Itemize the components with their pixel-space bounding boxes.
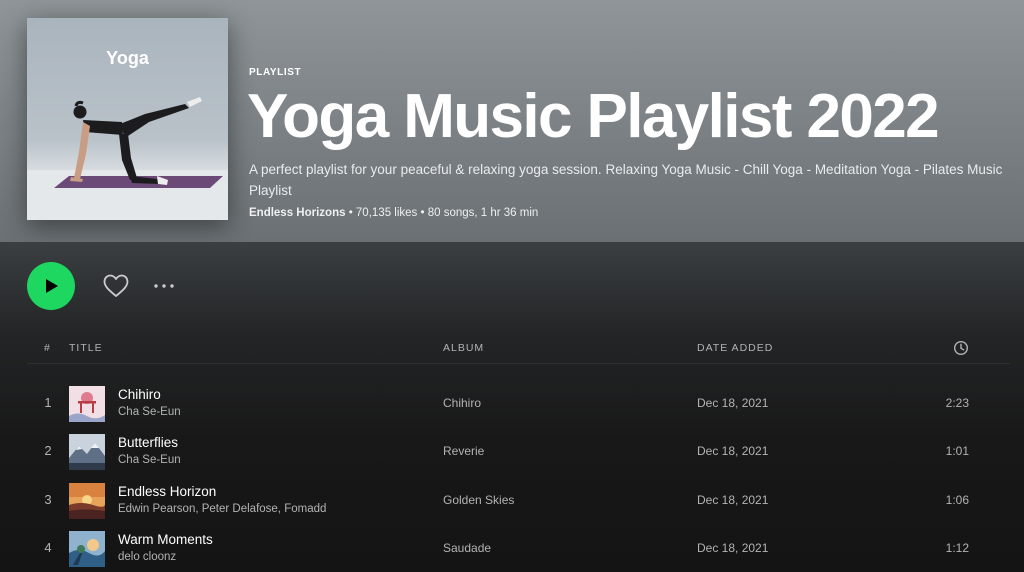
playlist-description: A perfect playlist for your peaceful & r… bbox=[249, 162, 1003, 198]
track-date-added: Dec 18, 2021 bbox=[697, 396, 769, 410]
track-album[interactable]: Chihiro bbox=[443, 396, 481, 410]
playlist-meta: Endless Horizons • 70,135 likes • 80 son… bbox=[249, 207, 538, 219]
track-artist[interactable]: Cha Se-Eun bbox=[118, 406, 181, 418]
table-row[interactable]: 3 Endless Horizon Edwin Pearson, Peter D… bbox=[27, 476, 1010, 524]
track-album[interactable]: Reverie bbox=[443, 444, 484, 458]
heart-icon[interactable] bbox=[102, 272, 130, 300]
more-horizontal-icon[interactable] bbox=[152, 276, 178, 296]
play-icon bbox=[46, 279, 58, 293]
cover-title: Yoga bbox=[106, 48, 149, 68]
table-row[interactable]: 2 Butterflies Cha Se-Eun Reverie Dec 18,… bbox=[27, 427, 1010, 475]
owner-link[interactable]: Endless Horizons bbox=[249, 207, 346, 219]
track-album[interactable]: Golden Skies bbox=[443, 493, 514, 507]
table-row[interactable]: 1 Chihiro Cha Se-Eun Chihiro Dec 18, 202… bbox=[27, 379, 1010, 427]
playlist-header: Yoga PLAYLIST Yoga Music Playlist 2022 A… bbox=[0, 0, 1024, 242]
play-button[interactable] bbox=[27, 262, 75, 310]
track-artwork bbox=[69, 531, 105, 567]
track-number: 2 bbox=[44, 443, 52, 458]
track-date-added: Dec 18, 2021 bbox=[697, 541, 769, 555]
column-number: # bbox=[44, 342, 51, 354]
track-artwork bbox=[69, 434, 105, 470]
track-date-added: Dec 18, 2021 bbox=[697, 444, 769, 458]
clock-icon bbox=[953, 340, 969, 356]
playlist-stats: • 70,135 likes • 80 songs, 1 hr 36 min bbox=[345, 207, 539, 219]
track-title[interactable]: Warm Moments bbox=[118, 532, 213, 547]
track-artist[interactable]: delo cloonz bbox=[118, 551, 176, 563]
track-number: 3 bbox=[44, 492, 52, 507]
track-duration: 1:01 bbox=[945, 444, 969, 458]
track-number: 4 bbox=[44, 540, 52, 555]
track-number: 1 bbox=[44, 395, 52, 410]
playlist-title: Yoga Music Playlist 2022 bbox=[247, 82, 940, 151]
track-duration: 1:12 bbox=[945, 541, 969, 555]
tracklist-header: # TITLE ALBUM DATE ADDED bbox=[27, 338, 1010, 364]
column-date-added[interactable]: DATE ADDED bbox=[697, 342, 773, 354]
track-title[interactable]: Butterflies bbox=[118, 435, 178, 450]
column-album[interactable]: ALBUM bbox=[443, 342, 484, 354]
track-artwork bbox=[69, 483, 105, 519]
track-artist[interactable]: Cha Se-Eun bbox=[118, 454, 181, 466]
track-date-added: Dec 18, 2021 bbox=[697, 493, 769, 507]
track-album[interactable]: Saudade bbox=[443, 541, 491, 555]
track-duration: 2:23 bbox=[945, 396, 969, 410]
playlist-cover: Yoga bbox=[27, 18, 228, 220]
track-artist[interactable]: Edwin Pearson, Peter Delafose, Fomadd bbox=[118, 503, 326, 515]
track-artwork bbox=[69, 386, 105, 422]
column-title[interactable]: TITLE bbox=[69, 342, 103, 354]
track-title[interactable]: Chihiro bbox=[118, 387, 161, 402]
playlist-type-label: PLAYLIST bbox=[249, 67, 302, 78]
table-row[interactable]: 4 Warm Moments delo cloonz Saudade Dec 1… bbox=[27, 524, 1010, 572]
track-duration: 1:06 bbox=[945, 493, 969, 507]
track-title[interactable]: Endless Horizon bbox=[118, 484, 216, 499]
